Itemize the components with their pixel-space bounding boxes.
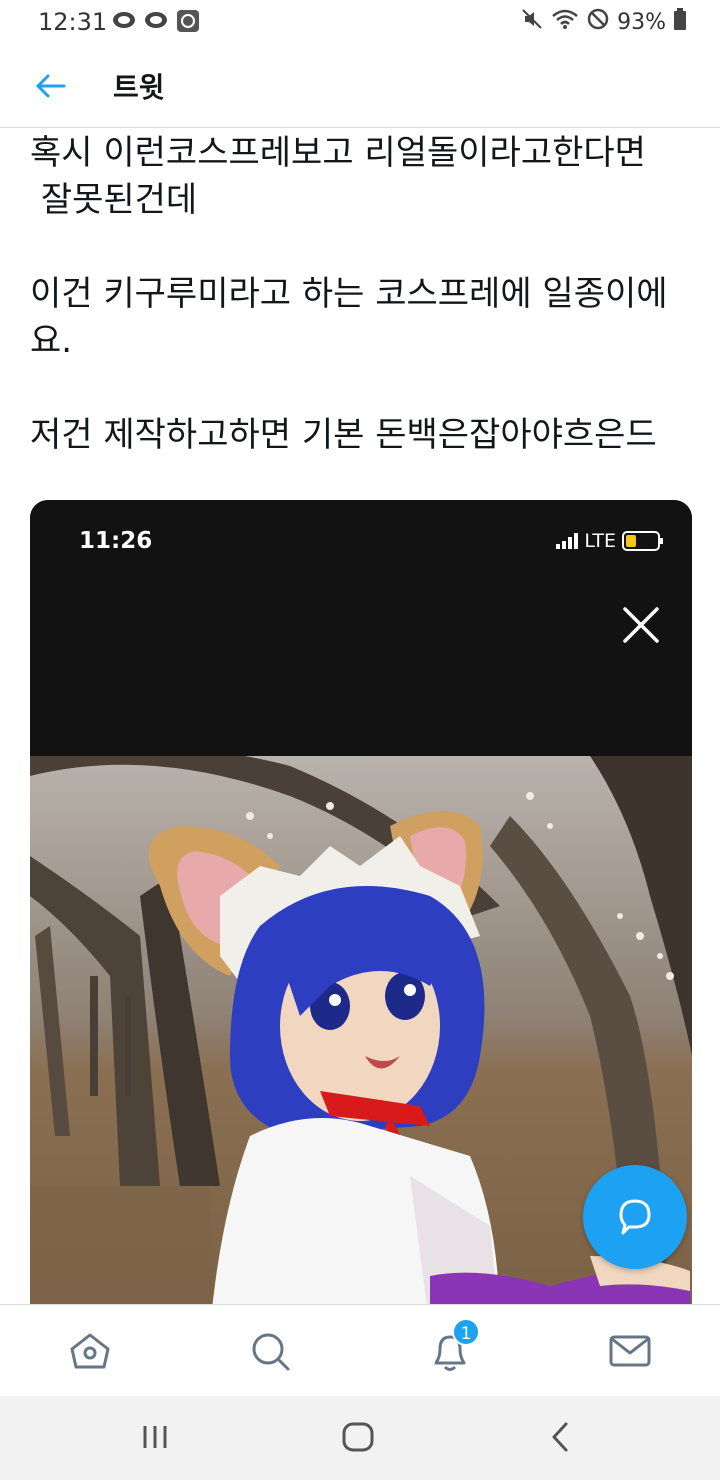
status-bar: 12:31 93% [0, 0, 720, 44]
tweet-body: 혹시 이런코스프레보고 리얼돌이라고한다면 잘못된건데 이건 키구루미라고 하는… [30, 130, 700, 459]
app-notification-icon [176, 10, 200, 32]
bottom-nav [0, 1304, 720, 1396]
status-system-icons: 93% [521, 8, 686, 36]
battery-percent: 93% [617, 9, 666, 35]
status-time: 12:31 [38, 8, 108, 36]
page-title: 트윗 [113, 71, 165, 104]
signal-icon [556, 533, 579, 549]
battery-icon [674, 8, 686, 36]
chat-bubble-icon [144, 10, 168, 32]
nav-messages[interactable] [608, 1329, 652, 1373]
nav-search[interactable] [248, 1329, 292, 1373]
system-nav-bar [0, 1396, 720, 1480]
search-icon [252, 1333, 290, 1371]
embedded-status-icons: LTE [556, 530, 664, 552]
mail-icon [609, 1335, 651, 1367]
embedded-screenshot-header: 11:26 LTE [30, 500, 692, 756]
app-header: 트윗 [0, 44, 720, 128]
do-not-disturb-icon [587, 8, 609, 36]
back-system-button[interactable] [540, 1420, 580, 1456]
home-system-button[interactable] [338, 1420, 378, 1456]
back-arrow-icon [36, 74, 66, 98]
tweet-paragraph: 이건 키구루미라고 하는 코스프레에 일종이에요. [30, 274, 668, 361]
mute-icon [521, 8, 543, 36]
back-chevron-icon [552, 1422, 568, 1452]
back-button[interactable] [28, 66, 72, 106]
close-icon [623, 607, 659, 643]
chat-bubble-icon [112, 10, 136, 32]
close-button [622, 606, 660, 644]
reply-fab[interactable] [583, 1165, 687, 1269]
home-icon [70, 1333, 110, 1369]
recent-apps-button[interactable] [136, 1420, 176, 1456]
notification-badge: 1 [452, 1318, 480, 1346]
nav-home[interactable] [68, 1329, 112, 1373]
tweet-paragraph: 혹시 이런코스프레보고 리얼돌이라고한다면 잘못된건데 [30, 133, 646, 220]
embedded-time: 11:26 [79, 528, 153, 554]
home-circle-icon [342, 1422, 374, 1452]
battery-low-icon [622, 531, 663, 551]
status-notification-icons [112, 10, 200, 32]
wifi-icon [551, 8, 579, 36]
compose-reply-icon [619, 1199, 651, 1235]
tweet-paragraph: 저건 제작하고하면 기본 돈백은잡아야흐은드 [30, 415, 657, 455]
embedded-network: LTE [584, 530, 616, 552]
recent-apps-icon [143, 1426, 167, 1448]
